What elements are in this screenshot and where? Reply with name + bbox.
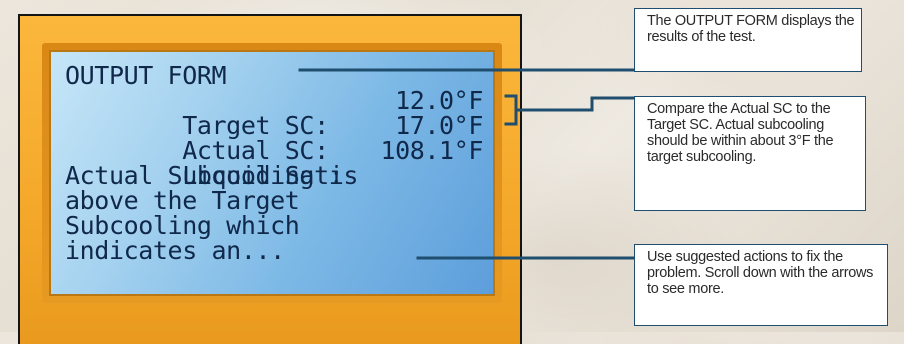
leader-line-sc-bend	[590, 96, 636, 112]
row-target-sc: Target SC: 12.0°F	[65, 86, 483, 138]
row-value: 108.1°F	[380, 136, 483, 165]
device-body: OUTPUT FORM Target SC: 12.0°F Actual SC:…	[18, 14, 522, 344]
row-actual-sc: Actual SC: 17.0°F	[65, 111, 483, 163]
row-value: 17.0°F	[395, 111, 483, 140]
callout-text: The OUTPUT FORM displays the results of …	[647, 13, 855, 45]
lcd-screen: OUTPUT FORM Target SC: 12.0°F Actual SC:…	[49, 50, 495, 296]
callout-text: Use suggested actions to fix the problem…	[647, 249, 874, 297]
row-liquid-sat: Liquid Sat: 108.1°F	[65, 136, 483, 188]
row-value: 12.0°F	[395, 86, 483, 115]
callout-suggested-actions: Use suggested actions to fix the problem…	[634, 244, 888, 326]
screen-bezel: OUTPUT FORM Target SC: 12.0°F Actual SC:…	[42, 43, 502, 303]
message-line: Subcooling which	[65, 211, 300, 240]
message-line: indicates an...	[65, 236, 285, 265]
callout-compare-sc: Compare the Actual SC to the Target SC. …	[634, 96, 866, 211]
callout-text: Compare the Actual SC to the Target SC. …	[647, 101, 834, 165]
screen-title: OUTPUT FORM	[65, 61, 227, 90]
message-line: above the Target	[65, 186, 300, 215]
callout-output-form: The OUTPUT FORM displays the results of …	[634, 8, 862, 72]
message-line: Actual Subcooling is	[65, 161, 359, 190]
